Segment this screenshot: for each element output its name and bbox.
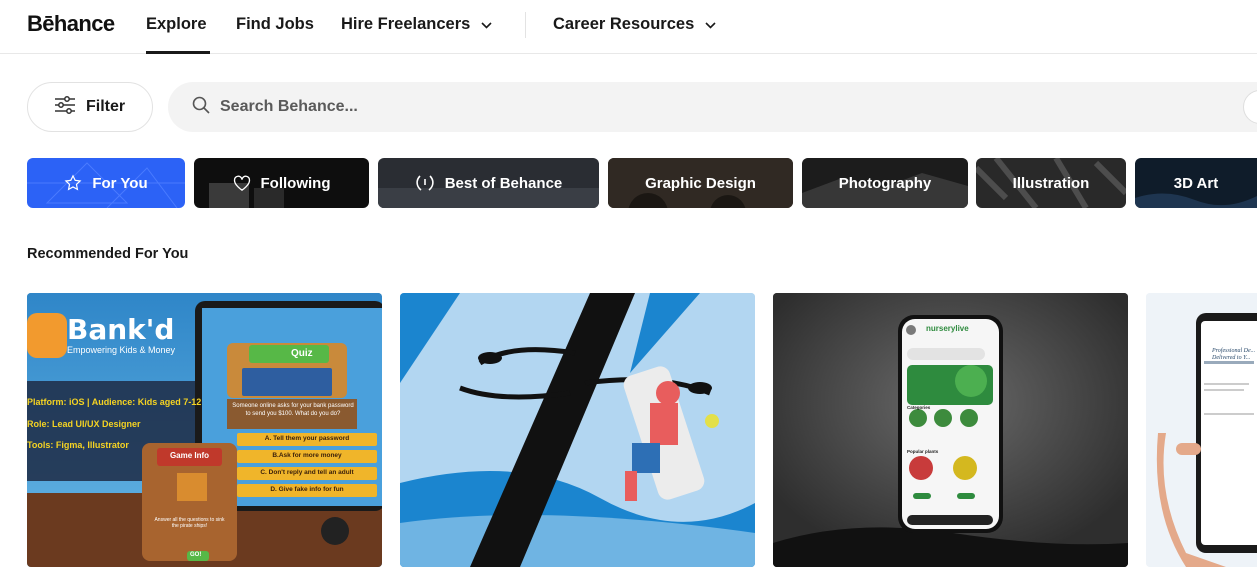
nav-divider (525, 12, 526, 38)
category-following[interactable]: Following (194, 158, 369, 208)
bankd-logo-text: Bank'd (67, 313, 175, 346)
search-icon (192, 96, 210, 119)
filter-label: Filter (86, 98, 126, 115)
tablet-heading: Professional De... Delivered to Y... (1212, 348, 1256, 362)
category-illustration[interactable]: Illustration (976, 158, 1126, 208)
tablet-artwork (1146, 293, 1257, 567)
quiz-answer-d: D. Give fake info for fun (270, 486, 344, 493)
top-navbar: Bēhance Explore Find Jobs Hire Freelance… (0, 0, 1257, 54)
bankd-role: Role: Lead UI/UX Designer (27, 419, 141, 429)
star-icon (64, 174, 82, 192)
nursery-app-name: nurserylive (926, 324, 969, 333)
category-label: Illustration (1012, 174, 1090, 192)
quiz-title: Quiz (291, 348, 313, 359)
nursery-artwork (773, 293, 1128, 567)
filter-sliders-icon (54, 95, 76, 119)
heart-icon (233, 175, 251, 191)
category-3d-art[interactable]: 3D Art (1135, 158, 1257, 208)
quiz-answer-a: A. Tell them your password (264, 435, 350, 442)
category-label: Graphic Design (645, 174, 756, 192)
illustration-artwork (400, 293, 755, 567)
bankd-tools: Tools: Figma, Illustrator (27, 440, 129, 450)
category-label: For You (92, 174, 148, 192)
category-best-of-behance[interactable]: Best of Behance (378, 158, 599, 208)
game-info-subtitle: Answer all the questions to sink the pir… (154, 517, 225, 529)
quiz-question: Someone online asks for your bank passwo… (232, 403, 354, 417)
category-photography[interactable]: Photography (802, 158, 968, 208)
search-bar (168, 82, 1257, 132)
nav-explore-label: Explore (146, 15, 207, 33)
category-label: Best of Behance (444, 174, 563, 192)
bankd-tagline: Empowering Kids & Money (67, 345, 176, 355)
section-title: Recommended For You (27, 246, 189, 262)
project-card-tablet[interactable]: Professional De... Delivered to Y... (1146, 293, 1257, 567)
chevron-down-icon (481, 15, 492, 34)
laurel-icon (415, 174, 435, 192)
go-button: GO! (190, 552, 202, 558)
category-label: 3D Art (1173, 174, 1219, 192)
nav-hire-freelancers-label: Hire Freelancers (341, 15, 471, 33)
category-for-you[interactable]: For You (27, 158, 185, 208)
nursery-popular-label: Popular plants (907, 449, 939, 454)
chevron-down-icon (705, 15, 716, 34)
category-graphic-design[interactable]: Graphic Design (608, 158, 793, 208)
nav-find-jobs-label: Find Jobs (236, 15, 314, 33)
active-tab-underline (146, 51, 210, 54)
behance-logo[interactable]: Bēhance (27, 11, 115, 37)
game-info-title: Game Info (169, 451, 210, 460)
filter-button[interactable]: Filter (27, 82, 153, 132)
category-label: Following (260, 174, 331, 192)
quiz-answer-b: B.Ask for more money (272, 452, 342, 459)
nav-hire-freelancers[interactable]: Hire Freelancers (341, 15, 492, 34)
bankd-platform: Platform: iOS | Audience: Kids aged 7-12 (27, 397, 202, 407)
project-card-bankd[interactable]: Bank'd Empowering Kids & Money Platform:… (27, 293, 382, 567)
nursery-categories-label: Categories (907, 405, 931, 410)
nav-explore[interactable]: Explore (146, 15, 207, 34)
project-card-illustration[interactable] (400, 293, 755, 567)
nav-career-resources[interactable]: Career Resources (553, 15, 716, 34)
nav-career-resources-label: Career Resources (553, 15, 695, 33)
project-card-nursery-app[interactable]: nurserylive Categories Popular plants (773, 293, 1128, 567)
search-input[interactable] (220, 98, 820, 116)
category-label: Photography (838, 174, 932, 192)
nav-find-jobs[interactable]: Find Jobs (236, 15, 314, 34)
quiz-answer-c: C. Don't reply and tell an adult (260, 469, 354, 476)
